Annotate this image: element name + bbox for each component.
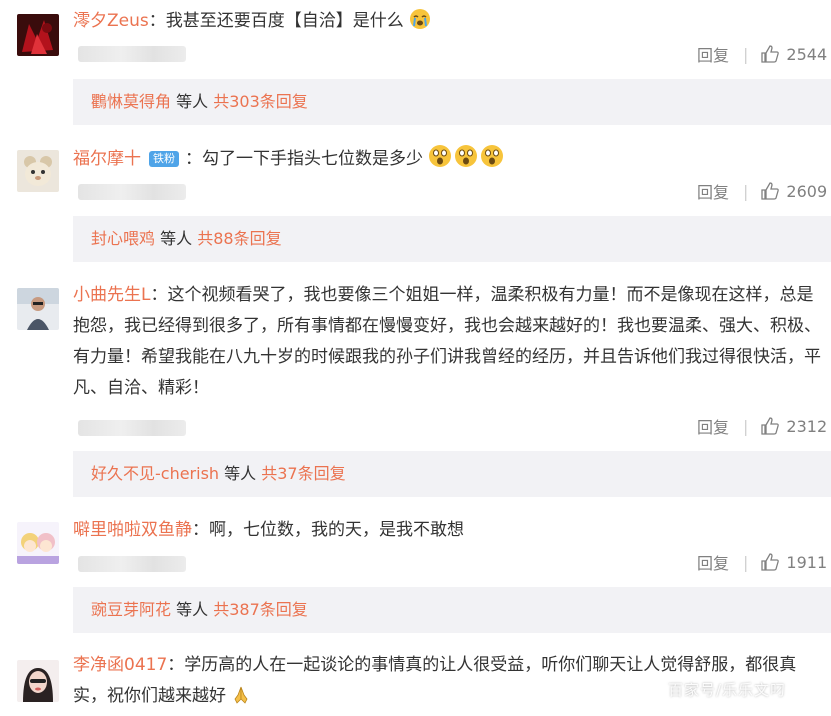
reply-count-link[interactable]: 共88条回复 xyxy=(197,229,281,248)
reply-and-label: 等人 xyxy=(171,92,214,111)
avatar[interactable] xyxy=(17,150,59,192)
username[interactable]: 小曲先生L xyxy=(73,285,150,305)
like-button[interactable]: 2312 xyxy=(760,416,827,436)
shocked-face-emoji xyxy=(428,144,506,179)
like-button[interactable]: 1911 xyxy=(760,552,827,572)
comment-text: ：这个视频看哭了，我也要像三个姐姐一样，温柔积极有力量！而不是像现在这样，总是抱… xyxy=(73,285,821,398)
watermark: 百家号/乐乐文叼 xyxy=(668,681,787,699)
reply-and-label: 等人 xyxy=(219,464,262,483)
like-count: 2609 xyxy=(786,181,828,201)
thumbs-up-icon xyxy=(761,45,780,63)
reply-count-link[interactable]: 共387条回复 xyxy=(213,600,308,619)
comment-actions: 回复 | 2312 xyxy=(697,414,827,438)
reply-button[interactable]: 回复 xyxy=(697,414,729,438)
like-count: 2312 xyxy=(786,416,828,436)
divider: | xyxy=(743,181,749,201)
comment-text: ：我甚至还要百度【自洽】是什么 xyxy=(148,11,404,31)
avatar[interactable] xyxy=(17,14,59,56)
comment-text: ：啊，七位数，我的天，是我不敢想 xyxy=(192,520,464,540)
comment-actions: 回复 | 1911 xyxy=(697,550,827,574)
crying-face-emoji xyxy=(409,8,431,41)
reply-user[interactable]: 鸜惏莫得角 xyxy=(91,92,171,111)
reply-summary[interactable]: 好久不见-cherish 等人 共37条回复 xyxy=(73,451,831,497)
avatar[interactable] xyxy=(17,660,59,702)
reply-and-label: 等人 xyxy=(155,229,198,248)
reply-user[interactable]: 封心喂鸡 xyxy=(91,229,155,248)
reply-button[interactable]: 回复 xyxy=(697,42,729,66)
comment-text: ：勾了一下手指头七位数是多少 xyxy=(185,149,423,169)
reply-summary[interactable]: 鸜惏莫得角 等人 共303条回复 xyxy=(73,79,831,125)
reply-summary[interactable]: 豌豆芽阿花 等人 共387条回复 xyxy=(73,587,831,633)
blurred-timestamp xyxy=(78,46,186,62)
thumbs-up-icon xyxy=(761,417,780,435)
blurred-timestamp xyxy=(78,420,186,436)
username[interactable]: 李净函0417 xyxy=(73,655,167,675)
comment-list: 澪夕Zeus：我甚至还要百度【自洽】是什么 回复 | 2544 鸜惏莫得角 等人… xyxy=(0,0,831,714)
praying-hands-emoji xyxy=(231,685,251,716)
like-button[interactable]: 2544 xyxy=(760,44,827,64)
like-count: 1911 xyxy=(786,552,828,572)
username[interactable]: 澪夕Zeus xyxy=(73,11,149,31)
reply-count-link[interactable]: 共37条回复 xyxy=(261,464,345,483)
avatar[interactable] xyxy=(17,288,59,330)
blurred-timestamp xyxy=(78,184,186,200)
avatar[interactable] xyxy=(17,522,59,564)
comment-actions: 回复 | 2544 xyxy=(697,42,827,66)
username[interactable]: 福尔摩十 xyxy=(73,149,141,169)
divider: | xyxy=(743,552,749,572)
divider: | xyxy=(743,44,749,64)
reply-button[interactable]: 回复 xyxy=(697,550,729,574)
divider: | xyxy=(743,416,749,436)
comment-actions: 回复 | 2609 xyxy=(697,179,827,203)
blurred-timestamp xyxy=(78,556,186,572)
username[interactable]: 噼里啪啦双鱼静 xyxy=(73,520,192,540)
reply-user[interactable]: 豌豆芽阿花 xyxy=(91,600,171,619)
reply-count-link[interactable]: 共303条回复 xyxy=(213,92,308,111)
thumbs-up-icon xyxy=(761,553,780,571)
reply-button[interactable]: 回复 xyxy=(697,179,729,203)
fan-badge: 铁粉 xyxy=(149,151,179,167)
reply-and-label: 等人 xyxy=(171,600,214,619)
like-button[interactable]: 2609 xyxy=(760,181,827,201)
thumbs-up-icon xyxy=(761,182,780,200)
like-count: 2544 xyxy=(786,44,828,64)
reply-summary[interactable]: 封心喂鸡 等人 共88条回复 xyxy=(73,216,831,262)
reply-user[interactable]: 好久不见-cherish xyxy=(91,464,219,483)
